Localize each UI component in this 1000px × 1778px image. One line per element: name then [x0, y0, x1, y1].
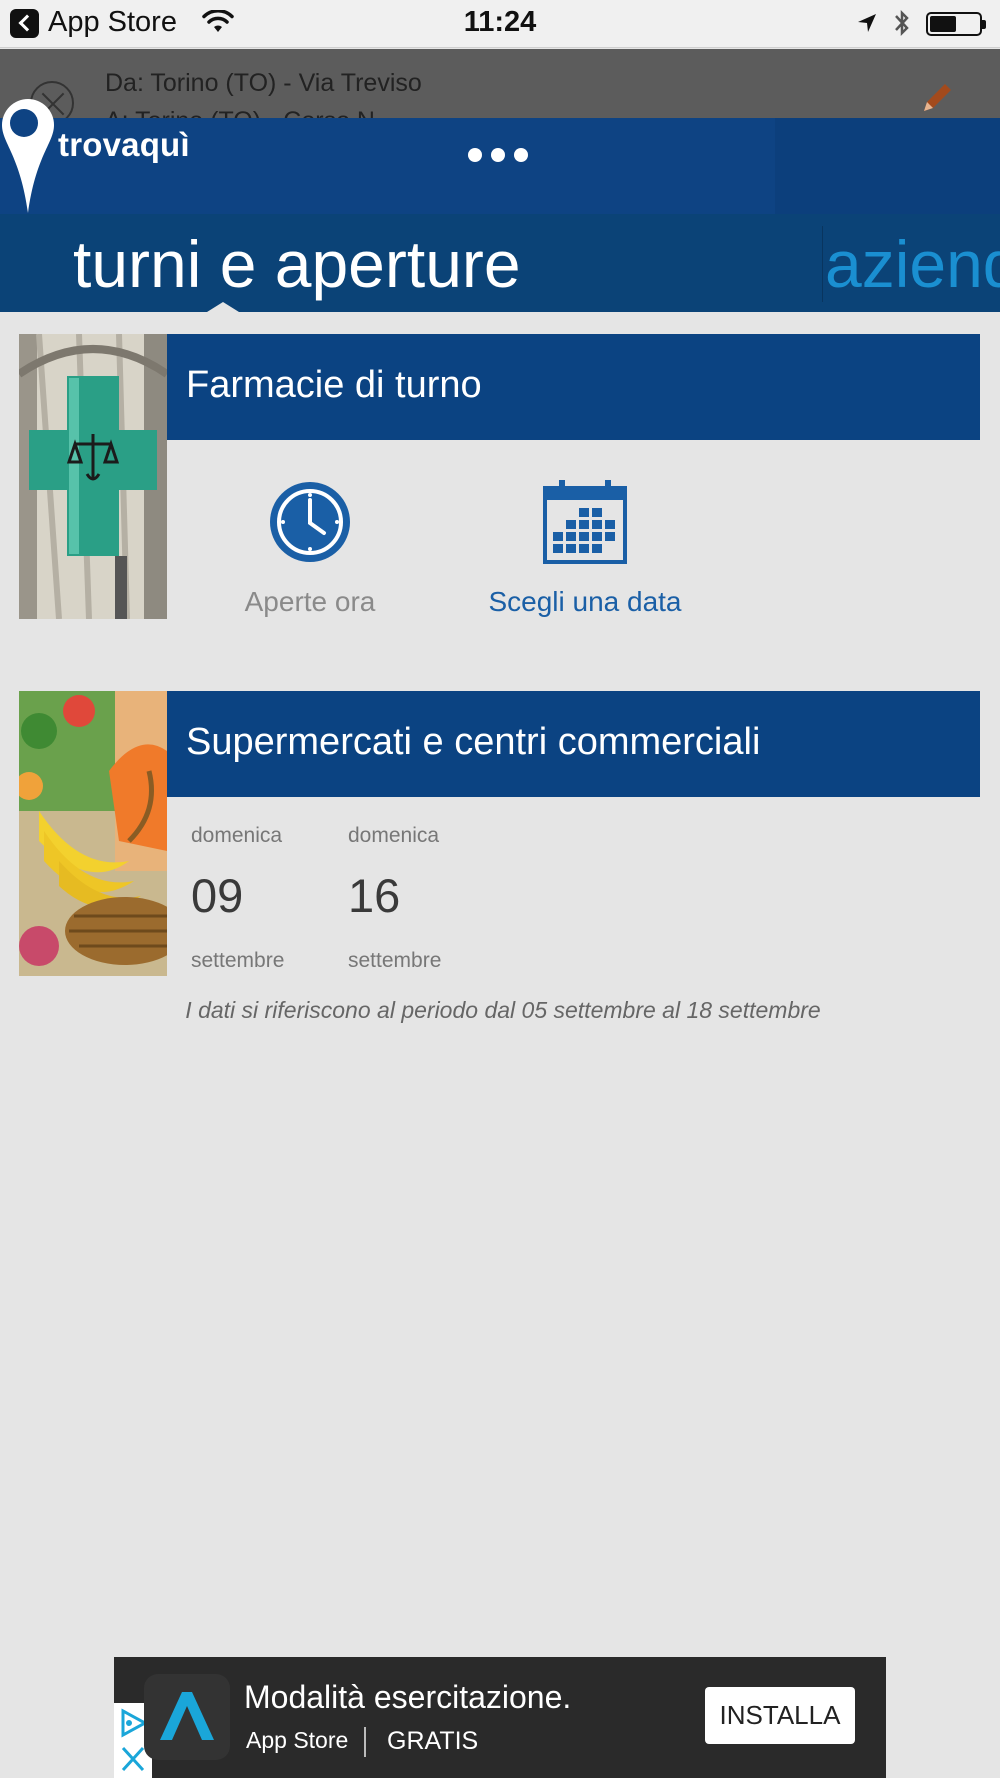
open-now-button[interactable]: Aperte ora	[200, 480, 420, 618]
ad-separator	[364, 1727, 366, 1757]
pencil-icon[interactable]	[918, 81, 954, 117]
ad-banner[interactable]: Modalità esercitazione. App Store GRATIS…	[114, 1657, 886, 1778]
ad-title: Modalità esercitazione.	[244, 1679, 572, 1715]
active-tab-indicator	[207, 302, 239, 312]
map-pin-logo-icon	[2, 99, 54, 213]
period-note: I dati si riferiscono al periodo dal 05 …	[185, 997, 821, 1023]
supermarket-card-header[interactable]: Supermercati e centri commerciali	[167, 691, 980, 797]
pharmacy-title: Farmacie di turno	[186, 364, 482, 406]
more-menu-icon[interactable]	[468, 148, 528, 162]
bluetooth-icon	[895, 9, 909, 37]
date-month: settembre	[348, 949, 442, 972]
supermarket-bananas-image	[19, 691, 167, 976]
tab-bar: turni e aperture aziende	[0, 214, 1000, 312]
header-right-panel	[775, 118, 1000, 214]
clock-icon	[270, 482, 350, 562]
brand-logo: trovaquì	[58, 126, 190, 163]
date-item-1[interactable]: domenica 09 settembre	[191, 824, 311, 973]
location-arrow-icon	[858, 14, 876, 32]
route-strip: Da: Torino (TO) - Via Treviso A: Torino …	[0, 49, 1000, 119]
tab-turni-e-aperture[interactable]: turni e aperture	[73, 226, 521, 302]
date-month: settembre	[191, 949, 285, 972]
pharmacy-card-header[interactable]: Farmacie di turno	[167, 334, 980, 440]
date-weekday: domenica	[191, 824, 283, 847]
date-day: 16	[348, 869, 401, 922]
battery-icon	[926, 12, 986, 36]
status-bar: App Store 11:24	[0, 0, 1000, 48]
date-weekday: domenica	[348, 824, 440, 847]
app-logo-icon	[160, 1692, 214, 1740]
pharmacy-cross-image	[19, 334, 167, 619]
tab-aziende[interactable]: aziende	[822, 226, 1000, 302]
open-now-label: Aperte ora	[244, 586, 376, 617]
calendar-icon	[543, 480, 627, 564]
date-day: 09	[191, 869, 244, 922]
ad-price: GRATIS	[387, 1727, 479, 1755]
install-button[interactable]: INSTALLA	[705, 1687, 855, 1744]
clock: 11:24	[463, 6, 537, 38]
ad-app-icon[interactable]	[144, 1674, 230, 1760]
route-from: Da: Torino (TO) - Via Treviso	[105, 69, 422, 97]
date-item-2[interactable]: domenica 16 settembre	[348, 824, 468, 973]
choose-date-button[interactable]: Scegli una data	[460, 480, 710, 618]
supermarket-title: Supermercati e centri commerciali	[186, 721, 761, 763]
ad-store: App Store	[246, 1727, 349, 1753]
choose-date-label: Scegli una data	[488, 586, 682, 617]
